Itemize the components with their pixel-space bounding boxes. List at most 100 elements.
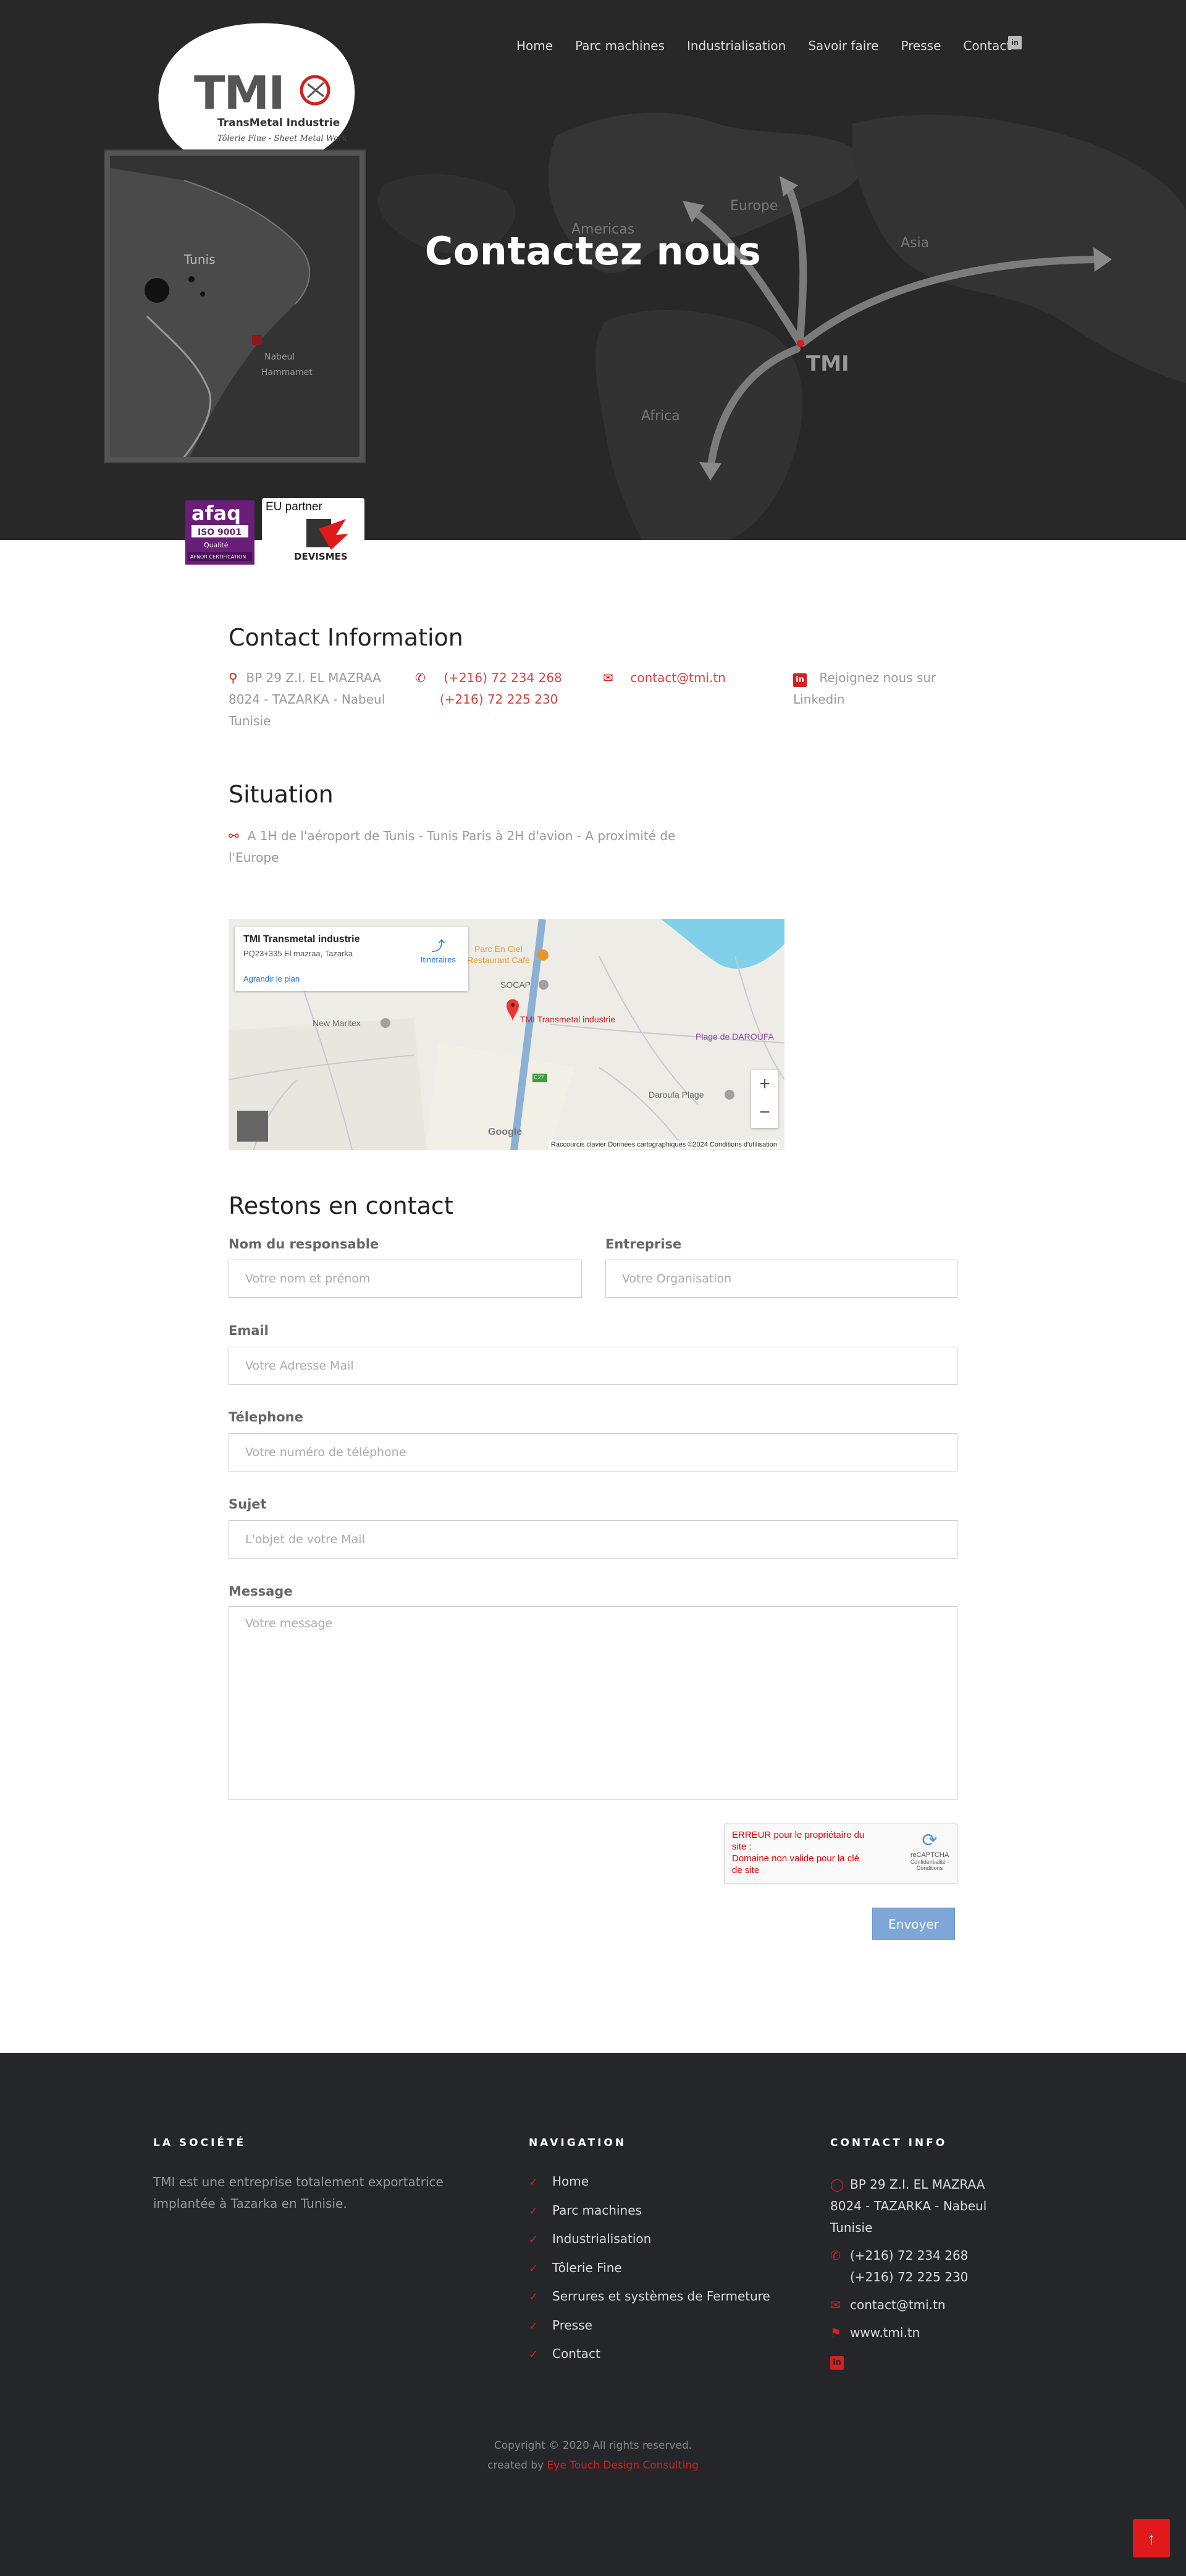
check-icon: ✓ xyxy=(529,2176,539,2189)
company-input[interactable]: Votre Organisation xyxy=(605,1260,957,1298)
check-icon: ✓ xyxy=(529,2204,539,2218)
check-icon: ✓ xyxy=(529,2348,539,2361)
footer-nav-label: Industrialisation xyxy=(552,2231,652,2246)
nav-savoir-faire[interactable]: Savoir faire xyxy=(808,38,878,53)
google-map[interactable]: Parc En Ciel Restaurant Café SOCAP New M… xyxy=(229,919,784,1150)
svg-text:Tôlerie Fine - Sheet Metal Wor: Tôlerie Fine - Sheet Metal Work xyxy=(217,134,347,143)
svg-text:DEVISMES: DEVISMES xyxy=(294,551,348,562)
page-title: Contactez nous xyxy=(424,229,762,274)
recaptcha-widget[interactable]: ERREUR pour le propriétaire du site : Do… xyxy=(724,1824,957,1884)
phone-icon: ✆ xyxy=(415,670,426,685)
zoom-out-button[interactable]: − xyxy=(751,1098,778,1127)
linkedin-icon[interactable]: in xyxy=(1008,36,1022,49)
linkedin-link[interactable]: Rejoignez nous sur Linkedin xyxy=(793,670,936,707)
map-poi-4[interactable]: Plage de DAROUFA xyxy=(696,1032,774,1042)
footer-nav-item[interactable]: ✓ Contact xyxy=(529,2346,770,2375)
svg-text:EU partner: EU partner xyxy=(266,500,323,513)
footer-nav-label: Parc machines xyxy=(552,2202,642,2218)
svg-text:Hammamet: Hammamet xyxy=(261,368,313,377)
name-label: Nom du responsable xyxy=(229,1237,379,1252)
recaptcha-links[interactable]: Confidentialité - Conditions xyxy=(910,1859,949,1871)
svg-text:Qualité: Qualité xyxy=(204,541,229,549)
contact-info-title: Contact Information xyxy=(229,624,463,651)
submit-button[interactable]: Envoyer xyxy=(872,1908,955,1940)
enlarge-map-link[interactable]: Agrandir le plan xyxy=(243,974,460,983)
footer-nav-label: Contact xyxy=(552,2346,600,2361)
phone-2[interactable]: (+216) 72 225 230 xyxy=(440,692,558,707)
recaptcha-error-line2: Domaine non valide pour la clé de site xyxy=(732,1853,859,1875)
svg-text:Africa: Africa xyxy=(641,408,680,424)
footer-nav-item[interactable]: ✓ Tôlerie Fine xyxy=(529,2260,770,2289)
footer-nav-item[interactable]: ✓ Parc machines xyxy=(529,2203,770,2232)
footer-nav-item[interactable]: ✓ Serrures et systèmes de Fermeture xyxy=(529,2289,770,2318)
map-pin-icon: ⚲ xyxy=(229,670,238,685)
email-input[interactable]: Votre Adresse Mail xyxy=(229,1347,957,1385)
phone-label: Télephone xyxy=(229,1410,303,1425)
footer-contact-title: CONTACT INFO xyxy=(830,2137,948,2149)
email-label: Email xyxy=(229,1323,269,1338)
footer-nav-label: Presse xyxy=(552,2317,592,2333)
svg-text:Nabeul: Nabeul xyxy=(264,352,295,362)
footer-website: ⚑ www.tmi.tn xyxy=(830,2322,1016,2344)
hero-banner: TMI Europe Americas Asia Africa TMI Tran… xyxy=(0,0,1186,540)
phone-input[interactable]: Votre numéro de téléphone xyxy=(229,1433,957,1471)
check-icon: ✓ xyxy=(529,2262,539,2275)
credits: created by Eye Touch Design Consulting xyxy=(0,2456,1186,2475)
footer: LA SOCIÉTÉ TMI est une entreprise totale… xyxy=(0,2053,1186,2576)
situation-description: A 1H de l'aéroport de Tunis - Tunis Pari… xyxy=(229,828,676,865)
phone-icon: ✆ xyxy=(830,2248,841,2263)
map-poi-3[interactable]: New Maritex xyxy=(313,1018,361,1028)
compass-icon: ⚯ xyxy=(229,828,239,843)
directions-button[interactable]: ⤴ Itinéraires xyxy=(421,935,456,964)
nav-contact[interactable]: Contact xyxy=(963,38,1011,53)
nav-presse[interactable]: Presse xyxy=(901,38,941,53)
check-icon: ✓ xyxy=(529,2233,539,2246)
svg-text:afaq: afaq xyxy=(191,502,241,525)
email-link[interactable]: contact@tmi.tn xyxy=(630,670,726,685)
subject-input[interactable]: L'objet de votre Mail xyxy=(229,1520,957,1559)
recaptcha-logo: ⟳ reCAPTCHA Confidentialité - Conditions xyxy=(910,1830,949,1871)
check-icon: ✓ xyxy=(529,2291,539,2304)
map-poi-1[interactable]: Parc En Ciel xyxy=(474,944,523,954)
name-input[interactable]: Votre nom et prénom xyxy=(229,1260,582,1298)
svg-text:TransMetal Industrie: TransMetal Industrie xyxy=(217,117,340,129)
nav-industrialisation[interactable]: Industrialisation xyxy=(687,38,786,53)
recaptcha-brand: reCAPTCHA xyxy=(910,1851,949,1859)
situation-text: ⚯ A 1H de l'aéroport de Tunis - Tunis Par… xyxy=(229,825,686,869)
map-attribution[interactable]: Raccourcis clavier Données cartographiqu… xyxy=(548,1140,780,1149)
nav-parc-machines[interactable]: Parc machines xyxy=(575,38,665,53)
map-poi-5[interactable]: Daroufa Plage xyxy=(649,1090,704,1100)
footer-phones: ✆ (+216) 72 234 268 (+216) 72 225 230 xyxy=(830,2245,1016,2288)
map-pin-icon: ◯ xyxy=(830,2177,844,2192)
footer-nav-list: ✓ Home ✓ Parc machines ✓ Industrialisation … xyxy=(529,2174,770,2375)
creator-link[interactable]: Eye Touch Design Consulting xyxy=(547,2459,699,2472)
footer-address: ◯ BP 29 Z.I. EL MAZRAA 8024 - TAZARKA - N… xyxy=(830,2174,1016,2239)
contact-phones: ✆ (+216) 72 234 268 (+216) 72 225 230 xyxy=(415,667,563,710)
linkedin-icon[interactable]: in xyxy=(830,2356,844,2370)
scroll-to-top-button[interactable]: ↑ xyxy=(1133,2519,1170,2557)
tmi-logo[interactable]: TMI TransMetal Industrie Tôlerie Fine - … xyxy=(153,22,363,170)
phone-1[interactable]: (+216) 72 234 268 xyxy=(444,670,561,685)
recaptcha-icon: ⟳ xyxy=(922,1830,938,1851)
mail-icon: ✉ xyxy=(830,2297,841,2312)
map-poi-2[interactable]: SOCAP xyxy=(500,980,531,990)
footer-nav-item[interactable]: ✓ Industrialisation xyxy=(529,2231,770,2260)
contact-linkedin: in Rejoignez nous sur Linkedin xyxy=(793,667,960,710)
footer-nav-item[interactable]: ✓ Home xyxy=(529,2174,770,2203)
created-by-text: created by xyxy=(487,2459,544,2472)
address-text: BP 29 Z.I. EL MAZRAA 8024 - TAZARKA - Na… xyxy=(229,670,385,728)
nav-home[interactable]: Home xyxy=(516,38,553,53)
footer-society-title: LA SOCIÉTÉ xyxy=(153,2137,246,2149)
contact-email: ✉ contact@tmi.tn xyxy=(603,667,751,689)
footer-nav-label: Home xyxy=(552,2174,589,2189)
message-textarea[interactable]: Votre message xyxy=(229,1606,957,1800)
map-poi-1b[interactable]: Restaurant Café xyxy=(467,955,530,965)
copyright-text: Copyright © 2020 All rights reserved. xyxy=(494,2439,692,2452)
footer-nav-label: Serrures et systèmes de Fermeture xyxy=(552,2289,770,2304)
map-marker-label[interactable]: TMI Transmetal industrie xyxy=(520,1014,615,1024)
zoom-in-button[interactable]: + xyxy=(751,1070,778,1098)
map-place-card: TMI Transmetal industrie PQ23+335 El maz… xyxy=(235,927,468,991)
footer-nav-item[interactable]: ✓ Presse xyxy=(529,2318,770,2347)
svg-text:TMI: TMI xyxy=(194,67,284,120)
svg-text:TMI: TMI xyxy=(806,351,849,376)
